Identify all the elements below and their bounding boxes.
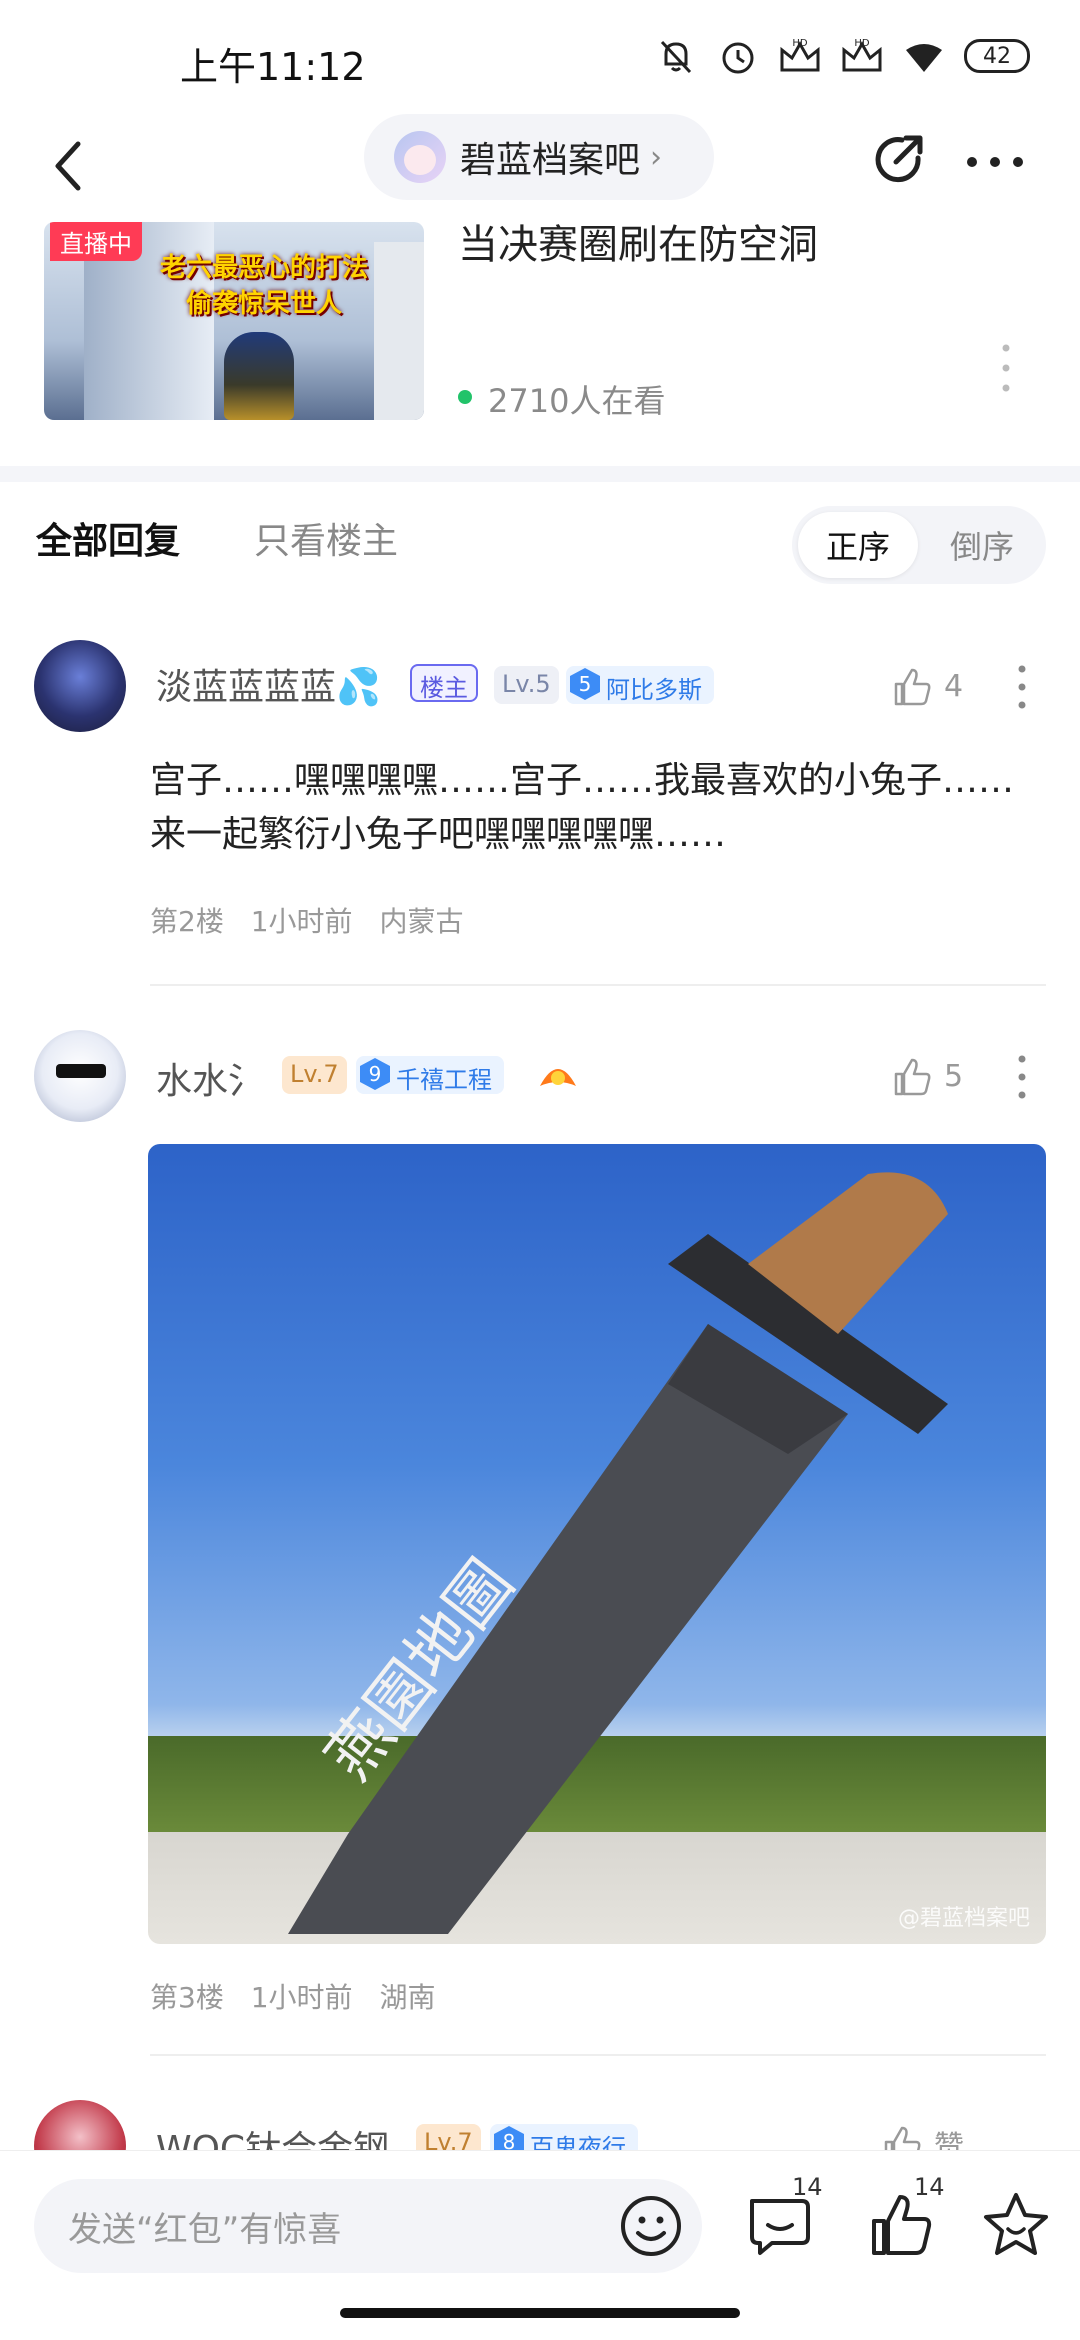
username[interactable]: 淡蓝蓝蓝蓝💦 xyxy=(156,658,381,710)
hd-signal-icon-2: HD xyxy=(842,38,882,72)
post-separator xyxy=(150,2054,1046,2056)
wifi-icon xyxy=(906,44,942,72)
hd-label: HD xyxy=(792,38,808,49)
post-time: 1小时前 xyxy=(250,1981,353,2014)
back-arrow-icon[interactable] xyxy=(40,130,100,202)
image-watermark: @碧蓝档案吧 xyxy=(897,1906,1030,1931)
badge-name: 千禧工程 xyxy=(396,1066,492,1094)
live-viewer-count: 2710人在看 xyxy=(488,382,666,420)
forum-title-pill[interactable]: 碧蓝档案吧 › xyxy=(364,114,714,200)
like-count: 4 xyxy=(944,668,964,704)
status-time: 上午11:12 xyxy=(180,45,366,89)
status-bar: 上午11:12 HD HD 42 xyxy=(0,0,1080,120)
level-badge: Lv.5 xyxy=(494,666,559,704)
thumbnail-character xyxy=(224,332,294,420)
live-stream-title[interactable]: 当决赛圈刷在防空洞 xyxy=(458,212,818,270)
badge-name: 阿比多斯 xyxy=(606,676,702,704)
sort-ascending-button[interactable]: 正序 xyxy=(798,512,918,578)
sort-toggle: 正序 倒序 xyxy=(792,506,1046,584)
like-button[interactable]: 5 xyxy=(890,1054,963,1098)
like-button[interactable]: 4 xyxy=(890,664,963,708)
post-time: 1小时前 xyxy=(250,905,353,938)
hd-label-2: HD xyxy=(854,38,870,49)
favorite-star-icon[interactable] xyxy=(978,2187,1054,2263)
avatar[interactable] xyxy=(34,640,126,732)
forum-badge: 9 千禧工程 xyxy=(356,1056,504,1094)
post-content: 宫子……嘿嘿嘿嘿……宫子……我最喜欢的小兔子……来一起繁衍小兔子吧嘿嘿嘿嘿嘿…… xyxy=(150,760,1015,855)
live-status-dot xyxy=(458,390,472,404)
badge-number: 5 xyxy=(570,668,600,700)
post-separator xyxy=(150,984,1046,986)
alarm-icon xyxy=(722,42,754,74)
battery-indicator: 42 xyxy=(964,39,1030,73)
badge-number: 9 xyxy=(360,1058,390,1090)
post-more-icon[interactable] xyxy=(1012,1052,1032,1102)
section-divider xyxy=(0,466,1080,482)
avatar[interactable] xyxy=(34,1030,126,1122)
username[interactable]: 水水氵 xyxy=(156,1052,264,1104)
hd-signal-icon: HD xyxy=(780,38,820,72)
emoji-icon[interactable] xyxy=(618,2193,684,2259)
forum-name: 碧蓝档案吧 xyxy=(460,140,641,181)
post-location: 湖南 xyxy=(379,1981,436,2014)
more-options-icon[interactable] xyxy=(960,132,1030,192)
live-caption: 老六最恶心的打法 偷袭惊呆世人 xyxy=(114,250,414,322)
like-count: 5 xyxy=(944,1058,964,1094)
knife-sculpture-graphic: 燕園地圖 xyxy=(288,1172,948,1934)
live-caption-line1: 老六最恶心的打法 xyxy=(159,253,368,283)
decoration-badge-icon xyxy=(540,1069,576,1086)
mute-bell-icon xyxy=(660,40,692,74)
post-meta: 第2楼 1小时前 内蒙古 xyxy=(150,900,481,940)
post-image[interactable]: 燕園地圖 @碧蓝档案吧 xyxy=(148,1144,1046,1944)
forum-badge: 5 阿比多斯 xyxy=(566,666,714,704)
level-badge: Lv.7 xyxy=(282,1056,347,1094)
post-more-icon[interactable] xyxy=(1012,662,1032,712)
top-navigation: 碧蓝档案吧 › xyxy=(0,110,1080,222)
post-location: 内蒙古 xyxy=(379,905,464,938)
live-caption-line2: 偷袭惊呆世人 xyxy=(185,289,342,319)
thumbs-up-icon xyxy=(894,668,931,706)
floor-number: 第3楼 xyxy=(150,1981,224,2014)
post-meta: 第3楼 1小时前 湖南 xyxy=(150,1976,453,2016)
status-icons: HD HD 42 xyxy=(654,34,1030,78)
forum-avatar xyxy=(394,131,446,183)
like-count-total: 14 xyxy=(914,2173,945,2201)
comment-count: 14 xyxy=(792,2173,823,2201)
live-stream-thumbnail[interactable]: 直播中 老六最恶心的打法 偷袭惊呆世人 xyxy=(44,222,424,420)
tab-op-only[interactable]: 只看楼主 xyxy=(254,512,398,564)
chevron-right-icon: › xyxy=(650,139,663,175)
share-icon[interactable] xyxy=(868,128,932,192)
home-indicator[interactable] xyxy=(340,2308,740,2318)
op-tag: 楼主 xyxy=(410,664,478,702)
live-more-icon[interactable] xyxy=(996,340,1016,396)
comment-input[interactable]: 发送“红包”有惊喜 xyxy=(34,2179,702,2273)
sunglasses-graphic xyxy=(56,1064,106,1078)
thumbs-up-icon xyxy=(894,1058,931,1096)
sort-descending-button[interactable]: 倒序 xyxy=(922,512,1042,578)
tab-all-replies[interactable]: 全部回复 xyxy=(36,512,180,564)
floor-number: 第2楼 xyxy=(150,905,224,938)
